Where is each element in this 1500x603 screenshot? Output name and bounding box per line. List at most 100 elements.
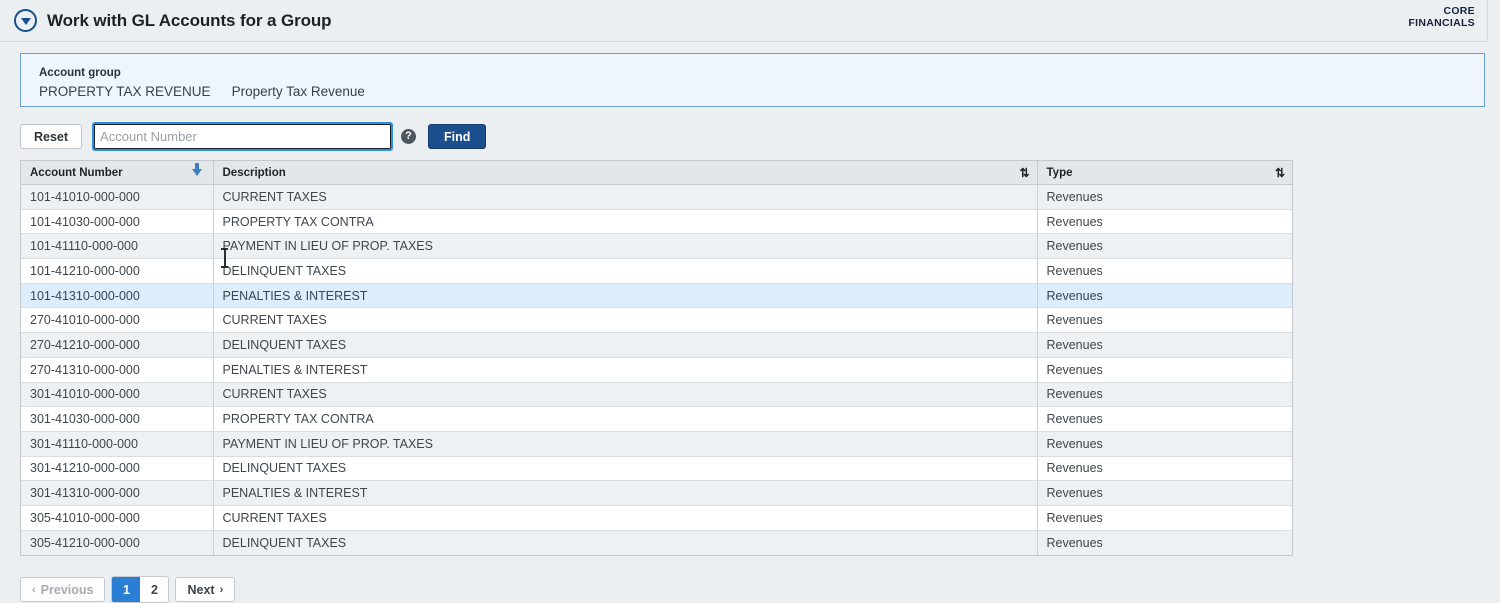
- cell-type: Revenues: [1037, 505, 1292, 531]
- column-header-account-number[interactable]: Account Number: [21, 160, 214, 185]
- table-row[interactable]: 101-41310-000-000 PENALTIES & INTEREST Rev…: [21, 283, 1292, 309]
- cell-account-number: 270-41310-000-000: [21, 357, 214, 383]
- cell-type: Revenues: [1037, 233, 1292, 260]
- pagination-page-1[interactable]: 1: [112, 577, 141, 602]
- cell-type: Revenues: [1037, 406, 1292, 432]
- table-row[interactable]: 270-41210-000-000 DELINQUENT TAXES Revenue…: [21, 332, 1292, 358]
- table-row[interactable]: 101-41030-000-000 PROPERTY TAX CONTRA Reve…: [21, 209, 1292, 235]
- pagination-page-group: 12: [111, 576, 170, 603]
- cell-account-number: 270-41010-000-000: [21, 307, 214, 334]
- table-header: Account Number Description ⇅ Type ⇅: [21, 160, 1292, 185]
- help-question-icon[interactable]: ?: [401, 129, 417, 144]
- column-header-type-label: Type: [1046, 166, 1073, 179]
- table-row[interactable]: 101-41210-000-000 DELINQUENT TAXES Revenue…: [21, 258, 1292, 284]
- table-header-row: Account Number Description ⇅ Type ⇅: [21, 160, 1292, 185]
- column-header-description[interactable]: Description ⇅: [213, 160, 1038, 185]
- search-toolbar: Reset ? Find: [20, 122, 487, 151]
- find-button[interactable]: Find: [428, 124, 487, 149]
- table-row[interactable]: 305-41210-000-000 DELINQUENT TAXES Revenue…: [21, 530, 1292, 555]
- cell-account-number: 305-41210-000-000: [21, 530, 214, 555]
- cell-type: Revenues: [1037, 480, 1292, 506]
- sort-descending-icon: [191, 163, 202, 176]
- account-group-values: PROPERTY TAX REVENUE Property Tax Revenu…: [39, 84, 365, 99]
- cell-description: PENALTIES & INTEREST: [213, 480, 1038, 506]
- page-header: Work with GL Accounts for a Group CORE F…: [0, 0, 1487, 42]
- page-title: Work with GL Accounts for a Group: [47, 10, 332, 30]
- table-row[interactable]: 270-41310-000-000 PENALTIES & INTEREST Rev…: [21, 357, 1292, 383]
- account-group-label: Account group: [39, 67, 121, 79]
- cell-account-number: 301-41010-000-000: [21, 382, 214, 408]
- product-brand: CORE FINANCIALS: [1408, 5, 1475, 29]
- cell-description: PROPERTY TAX CONTRA: [213, 209, 1038, 235]
- table-row[interactable]: 301-41110-000-000 PAYMENT IN LIEU OF PROP…: [21, 431, 1292, 457]
- cell-account-number: 101-41210-000-000: [21, 258, 214, 284]
- sort-unsorted-icon: ⇅: [1019, 165, 1029, 180]
- chevron-left-icon: ‹: [32, 583, 36, 596]
- gl-accounts-grid: Account Number Description ⇅ Type ⇅ 101-…: [20, 160, 1293, 556]
- circle-chevron-down-icon[interactable]: [14, 9, 37, 32]
- cell-account-number: 101-41110-000-000: [21, 233, 214, 260]
- table-row[interactable]: 270-41010-000-000 CURRENT TAXES Revenues: [21, 307, 1292, 334]
- account-group-panel: Account group PROPERTY TAX REVENUE Prope…: [20, 53, 1485, 107]
- cell-description: PENALTIES & INTEREST: [213, 357, 1038, 383]
- cell-account-number: 301-41110-000-000: [21, 431, 214, 457]
- header-right-divider: [1487, 0, 1488, 42]
- account-group-name: Property Tax Revenue: [231, 84, 365, 99]
- table-row[interactable]: 301-41310-000-000 PENALTIES & INTEREST Rev…: [21, 480, 1292, 506]
- pagination-previous-button[interactable]: ‹ Previous: [20, 577, 106, 602]
- cell-type: Revenues: [1037, 357, 1292, 383]
- cell-description: PENALTIES & INTEREST: [213, 283, 1038, 309]
- table-row[interactable]: 101-41110-000-000 PAYMENT IN LIEU OF PROP…: [21, 233, 1292, 260]
- cell-type: Revenues: [1037, 307, 1292, 334]
- cell-description: PAYMENT IN LIEU OF PROP. TAXES: [213, 431, 1038, 457]
- cell-description: DELINQUENT TAXES: [213, 332, 1038, 358]
- account-number-input[interactable]: [92, 122, 394, 151]
- column-header-description-label: Description: [222, 166, 286, 179]
- pagination-page-2[interactable]: 2: [140, 577, 168, 602]
- cell-type: Revenues: [1037, 283, 1292, 309]
- sort-unsorted-icon: ⇅: [1274, 165, 1285, 180]
- table-row[interactable]: 301-41030-000-000 PROPERTY TAX CONTRA Reve…: [21, 406, 1292, 432]
- header-title-group: Work with GL Accounts for a Group: [14, 9, 332, 32]
- cell-description: PROPERTY TAX CONTRA: [213, 406, 1038, 432]
- column-header-type[interactable]: Type ⇅: [1037, 160, 1292, 185]
- cell-description: CURRENT TAXES: [213, 307, 1038, 334]
- cell-account-number: 270-41210-000-000: [21, 332, 214, 358]
- cell-description: DELINQUENT TAXES: [213, 258, 1038, 284]
- cell-type: Revenues: [1046, 535, 1103, 550]
- cell-account-number: 101-41310-000-000: [21, 283, 214, 309]
- cell-account-number: 301-41030-000-000: [21, 406, 214, 432]
- reset-button[interactable]: Reset: [20, 124, 83, 149]
- cell-description: CURRENT TAXES: [213, 184, 1038, 210]
- pagination-previous-label: Previous: [40, 582, 94, 597]
- table-row[interactable]: 301-41210-000-000 DELINQUENT TAXES Revenue…: [21, 456, 1292, 482]
- cell-account-number: 301-41210-000-000: [21, 456, 214, 482]
- cell-account-number: 101-41030-000-000: [21, 209, 214, 235]
- cell-description: CURRENT TAXES: [213, 505, 1038, 531]
- cell-type: Revenues: [1037, 258, 1292, 284]
- pagination-next-button[interactable]: Next ›: [175, 577, 236, 602]
- cell-type: Revenues: [1037, 209, 1292, 235]
- account-number-search-group: ?: [92, 122, 417, 151]
- account-group-code: PROPERTY TAX REVENUE: [39, 84, 211, 99]
- cell-account-number: 101-41010-000-000: [21, 184, 214, 210]
- table-body: 101-41010-000-000 CURRENT TAXES Revenues 10…: [21, 184, 1292, 555]
- pagination-next-label: Next: [187, 582, 215, 597]
- cell-type: Revenues: [1037, 332, 1292, 358]
- cell-type: Revenues: [1037, 456, 1292, 482]
- table-row[interactable]: 301-41010-000-000 CURRENT TAXES Revenues: [21, 382, 1292, 408]
- cell-description: DELINQUENT TAXES: [213, 456, 1038, 482]
- table-row[interactable]: 305-41010-000-000 CURRENT TAXES Revenues: [21, 505, 1292, 531]
- cell-type: Revenues: [1037, 431, 1292, 457]
- pagination: ‹ Previous 12 Next ›: [20, 576, 236, 603]
- cell-account-number: 305-41010-000-000: [21, 505, 214, 531]
- cell-description: CURRENT TAXES: [213, 382, 1038, 408]
- cell-description: DELINQUENT TAXES: [213, 530, 1038, 555]
- brand-line-core: CORE: [1443, 5, 1475, 17]
- table-row[interactable]: 101-41010-000-000 CURRENT TAXES Revenues: [21, 184, 1292, 210]
- cell-description: PAYMENT IN LIEU OF PROP. TAXES: [213, 233, 1038, 260]
- cell-account-number: 301-41310-000-000: [21, 480, 214, 506]
- chevron-down-glyph: [20, 17, 31, 25]
- column-header-account-number-label: Account Number: [30, 166, 123, 179]
- cell-type: Revenues: [1037, 382, 1292, 408]
